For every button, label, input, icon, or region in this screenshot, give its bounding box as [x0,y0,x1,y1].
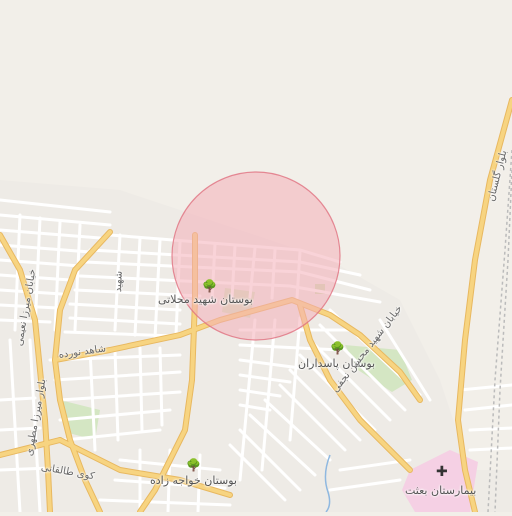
hospital-label-besat[interactable]: بیمارستان بعثت [405,484,476,497]
tree-icon[interactable]: 🌳 [186,459,201,471]
hospital-cross-icon[interactable]: ✚ [436,465,448,479]
tree-icon[interactable]: 🌳 [202,280,217,292]
street-label-shahid: شهید [113,270,125,293]
tree-icon[interactable]: 🌳 [330,342,345,354]
park-label-mahallati[interactable]: بوستان شهید محلاتی [158,293,253,306]
map-view[interactable]: 🌳 🌳 🌳 ✚ بوستان شهید محلاتی بوستان پاسدار… [0,0,512,515]
park-label-khajehzadeh[interactable]: بوستان خواجه زاده [150,474,237,487]
highlight-circle [171,171,341,341]
map-canvas [0,0,512,515]
